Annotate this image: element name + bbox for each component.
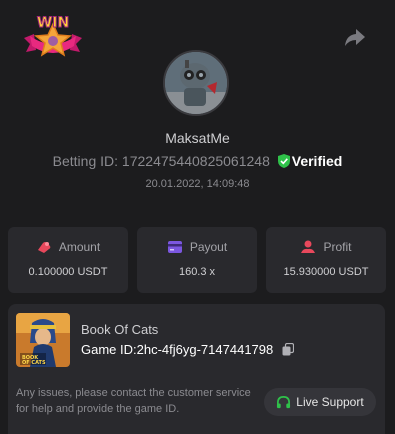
game-id-row: Game ID:2hc-4fj6yg-7147441798	[81, 342, 294, 357]
stat-amount-label: Amount	[58, 240, 101, 254]
stat-amount: Amount 0.100000 USDT	[8, 227, 128, 293]
amount-icon	[37, 242, 51, 253]
betting-id-value: 1722475440825061248	[121, 153, 270, 169]
svg-text:OF CATS: OF CATS	[22, 360, 46, 366]
headset-icon	[277, 395, 291, 408]
win-badge: WIN	[20, 10, 86, 62]
live-support-label: Live Support	[296, 395, 364, 409]
payout-card-icon	[167, 241, 182, 253]
verified-shield-icon	[277, 154, 290, 168]
game-card: BOOK OF CATS Book Of Cats Game ID:2hc-4f…	[8, 304, 385, 434]
game-id-value: 2hc-4fj6yg-7147441798	[136, 342, 274, 357]
live-support-button[interactable]: Live Support	[264, 388, 376, 416]
betting-id-row: Betting ID: 1722475440825061248 Verified	[0, 153, 395, 169]
share-icon[interactable]	[343, 26, 367, 48]
stat-payout: Payout 160.3 x	[137, 227, 257, 293]
stats-row: Amount 0.100000 USDT Payout 160.3 x Prof…	[8, 227, 386, 293]
bet-datetime: 20.01.2022, 14:09:48	[145, 178, 250, 190]
win-text: WIN	[37, 15, 69, 31]
game-thumbnail[interactable]: BOOK OF CATS	[16, 313, 70, 367]
game-name: Book Of Cats	[81, 322, 159, 337]
stat-profit: Profit 15.930000 USDT	[266, 227, 386, 293]
stat-payout-label: Payout	[189, 240, 228, 254]
stat-payout-value: 160.3 x	[178, 266, 216, 278]
stat-amount-value: 0.100000 USDT	[28, 266, 108, 278]
betting-id-label: Betting ID:	[52, 153, 119, 169]
game-id-label: Game ID:	[81, 342, 137, 357]
stat-profit-label: Profit	[323, 240, 352, 254]
star-ribbon-icon: WIN	[24, 15, 82, 57]
profit-icon	[301, 240, 316, 253]
copy-icon[interactable]	[282, 343, 294, 356]
stat-profit-value: 15.930000 USDT	[283, 266, 369, 278]
bet-detail-header: WIN MaksatMe Betting ID: 172247544082506…	[0, 0, 395, 222]
support-help-text: Any issues, please contact the customer …	[16, 387, 251, 415]
avatar	[163, 50, 229, 116]
username: MaksatMe	[165, 130, 230, 146]
verified-label: Verified	[291, 153, 343, 169]
